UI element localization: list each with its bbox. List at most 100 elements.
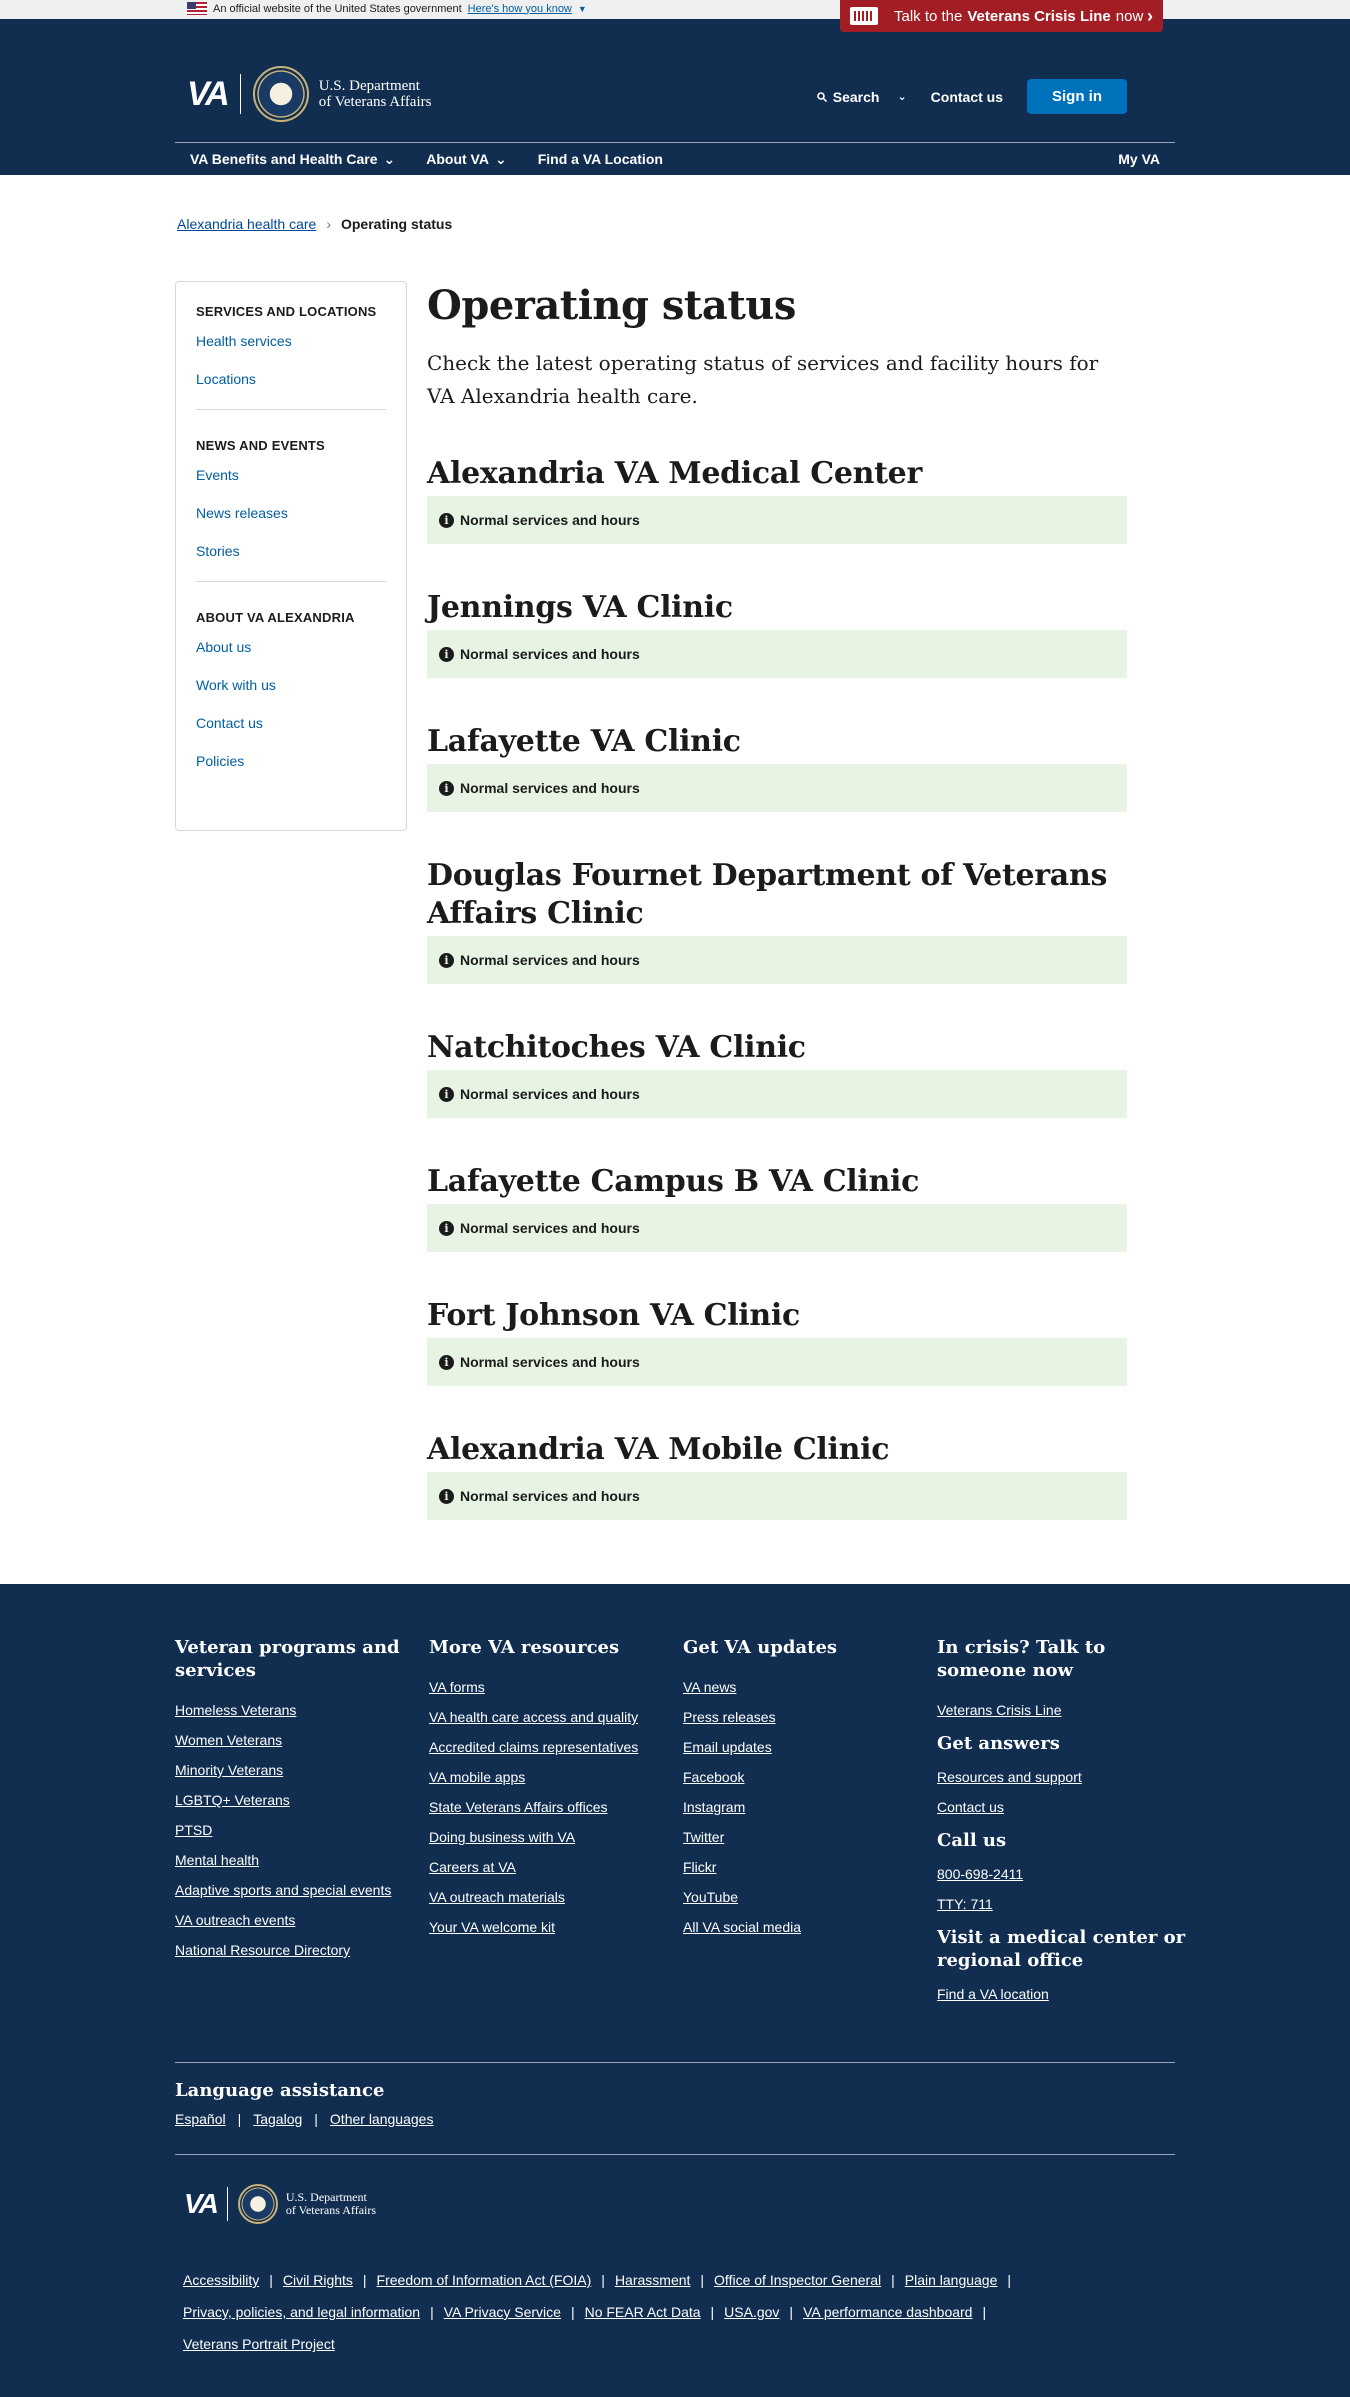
footer-bottom-link[interactable]: Privacy, policies, and legal information (183, 2304, 420, 2320)
footer-link[interactable]: Women Veterans (175, 1732, 429, 1748)
sidebar-item-health-services[interactable]: Health services (196, 333, 386, 349)
footer-bottom-link[interactable]: No FEAR Act Data (585, 2304, 701, 2320)
footer-bottom-link[interactable]: VA Privacy Service (444, 2304, 561, 2320)
footer-link[interactable]: Twitter (683, 1829, 937, 1845)
footer-link[interactable]: Your VA welcome kit (429, 1919, 683, 1935)
veterans-crisis-line-button[interactable]: Talk to the Veterans Crisis Line now › (840, 0, 1163, 32)
separator: | (789, 2304, 794, 2320)
main-content: Operating status Check the latest operat… (427, 282, 1127, 1565)
footer-link[interactable]: All VA social media (683, 1919, 937, 1935)
dept-line-1: U.S. Department (318, 78, 420, 94)
sidebar-item-stories[interactable]: Stories (196, 543, 386, 559)
footer-link[interactable]: State Veterans Affairs offices (429, 1799, 683, 1815)
footer-link[interactable]: Doing business with VA (429, 1829, 683, 1845)
footer-col-updates: Get VA updates VA news Press releases Em… (683, 1636, 937, 2016)
sidebar-item-news-releases[interactable]: News releases (196, 505, 386, 521)
footer-link[interactable]: PTSD (175, 1822, 429, 1838)
search-toggle[interactable]: Search ⌄ (816, 89, 907, 105)
footer-link[interactable]: Facebook (683, 1769, 937, 1785)
language-link-spanish[interactable]: Español (175, 2111, 226, 2127)
footer-link[interactable]: Resources and support (937, 1769, 1191, 1785)
crisis-chat-icon (850, 7, 878, 25)
sidebar-item-locations[interactable]: Locations (196, 371, 386, 387)
footer-link[interactable]: Instagram (683, 1799, 937, 1815)
sidebar-item-about-us[interactable]: About us (196, 639, 386, 655)
language-link-other[interactable]: Other languages (330, 2111, 434, 2127)
footer-bottom-link[interactable]: Harassment (615, 2272, 690, 2288)
footer-tty-link[interactable]: TTY: 711 (937, 1896, 1191, 1912)
footer-bottom-links: Accessibility | Civil Rights | Freedom of In… (183, 2264, 1103, 2360)
separator: | (700, 2272, 705, 2288)
footer-bottom-link[interactable]: Accessibility (183, 2272, 259, 2288)
facility-name: Natchitoches VA Clinic (427, 1030, 806, 1065)
footer-link[interactable]: Contact us (937, 1799, 1191, 1815)
footer-link[interactable]: Press releases (683, 1709, 937, 1725)
separator: | (362, 2272, 367, 2288)
footer-bottom-link[interactable]: Civil Rights (283, 2272, 353, 2288)
status-alert: i Normal services and hours (427, 496, 1127, 544)
crisis-prefix: Talk to the (894, 7, 963, 25)
nav-about[interactable]: About VA ⌄ (411, 151, 522, 168)
footer-link[interactable]: VA news (683, 1679, 937, 1695)
footer-link[interactable]: VA forms (429, 1679, 683, 1695)
footer-va-logo[interactable]: VA U.S. Department of Veterans Affairs (184, 2184, 376, 2224)
sidebar-section-title: ABOUT VA ALEXANDRIA (196, 610, 355, 625)
footer-divider (175, 2154, 1175, 2155)
breadcrumb-parent[interactable]: Alexandria health care (177, 216, 316, 232)
va-logo[interactable]: VA U.S. Department of Veterans Affairs (187, 66, 431, 122)
footer-link[interactable]: Careers at VA (429, 1859, 683, 1875)
footer-link[interactable]: Adaptive sports and special events (175, 1882, 429, 1898)
footer-bottom-link[interactable]: Office of Inspector General (714, 2272, 881, 2288)
footer-link[interactable]: Email updates (683, 1739, 937, 1755)
footer-bottom-link[interactable]: Freedom of Information Act (FOIA) (377, 2272, 592, 2288)
footer-link[interactable]: Accredited claims representatives (429, 1739, 683, 1755)
info-icon: i (439, 1488, 454, 1504)
nav-my-va[interactable]: My VA (1103, 151, 1175, 167)
footer-link[interactable]: Find a VA location (937, 1986, 1191, 2002)
footer-link[interactable]: Mental health (175, 1852, 429, 1868)
sidebar-item-work-with-us[interactable]: Work with us (196, 677, 386, 693)
language-link-tagalog[interactable]: Tagalog (253, 2111, 302, 2127)
status-text: Normal services and hours (460, 1220, 640, 1236)
status-text: Normal services and hours (460, 1354, 640, 1370)
separator: | (269, 2272, 273, 2288)
how-you-know-link[interactable]: Here's how you know (468, 3, 572, 15)
site-footer: Veteran programs and services Homeless V… (0, 1584, 1350, 2397)
dept-name: U.S. Department of Veterans Affairs (319, 78, 432, 110)
separator: | (982, 2304, 987, 2320)
nav-find-location[interactable]: Find a VA Location (523, 151, 679, 167)
sidebar-item-contact-us[interactable]: Contact us (196, 715, 386, 731)
sidebar-section-title: NEWS AND EVENTS (196, 438, 325, 453)
sidebar-item-events[interactable]: Events (196, 467, 386, 483)
status-alert: i Normal services and hours (427, 630, 1127, 678)
footer-bottom-link[interactable]: Plain language (905, 2272, 998, 2288)
footer-bottom-link[interactable]: VA performance dashboard (803, 2304, 972, 2320)
sidebar-item-policies[interactable]: Policies (196, 753, 386, 769)
sidebar-nav: SERVICES AND LOCATIONS Health services L… (175, 281, 407, 831)
footer-link[interactable]: Homeless Veterans (175, 1702, 429, 1718)
chevron-right-icon: › (1147, 5, 1153, 26)
info-icon: i (439, 1354, 454, 1370)
footer-link[interactable]: National Resource Directory (175, 1942, 429, 1958)
footer-link[interactable]: VA outreach materials (429, 1889, 683, 1905)
dept-line-1: U.S. Department (285, 2190, 367, 2204)
footer-link[interactable]: VA mobile apps (429, 1769, 683, 1785)
status-text: Normal services and hours (460, 646, 640, 662)
footer-link[interactable]: VA health care access and quality (429, 1709, 683, 1725)
nav-benefits[interactable]: VA Benefits and Health Care ⌄ (175, 151, 411, 168)
contact-us-link[interactable]: Contact us (931, 89, 1003, 105)
footer-link[interactable]: LGBTQ+ Veterans (175, 1792, 429, 1808)
footer-bottom-link[interactable]: Veterans Portrait Project (183, 2336, 335, 2352)
separator: | (1007, 2272, 1012, 2288)
footer-link[interactable]: Flickr (683, 1859, 937, 1875)
info-icon: i (439, 1220, 454, 1236)
sign-in-button[interactable]: Sign in (1027, 79, 1127, 114)
footer-bottom-link[interactable]: USA.gov (724, 2304, 779, 2320)
footer-link[interactable]: VA outreach events (175, 1912, 429, 1928)
nav-about-label: About VA (426, 151, 489, 167)
footer-link[interactable]: Minority Veterans (175, 1762, 429, 1778)
sidebar-section-title: SERVICES AND LOCATIONS (196, 304, 377, 319)
footer-link[interactable]: YouTube (683, 1889, 937, 1905)
footer-link[interactable]: Veterans Crisis Line (937, 1702, 1191, 1718)
footer-phone-link[interactable]: 800-698-2411 (937, 1866, 1191, 1882)
